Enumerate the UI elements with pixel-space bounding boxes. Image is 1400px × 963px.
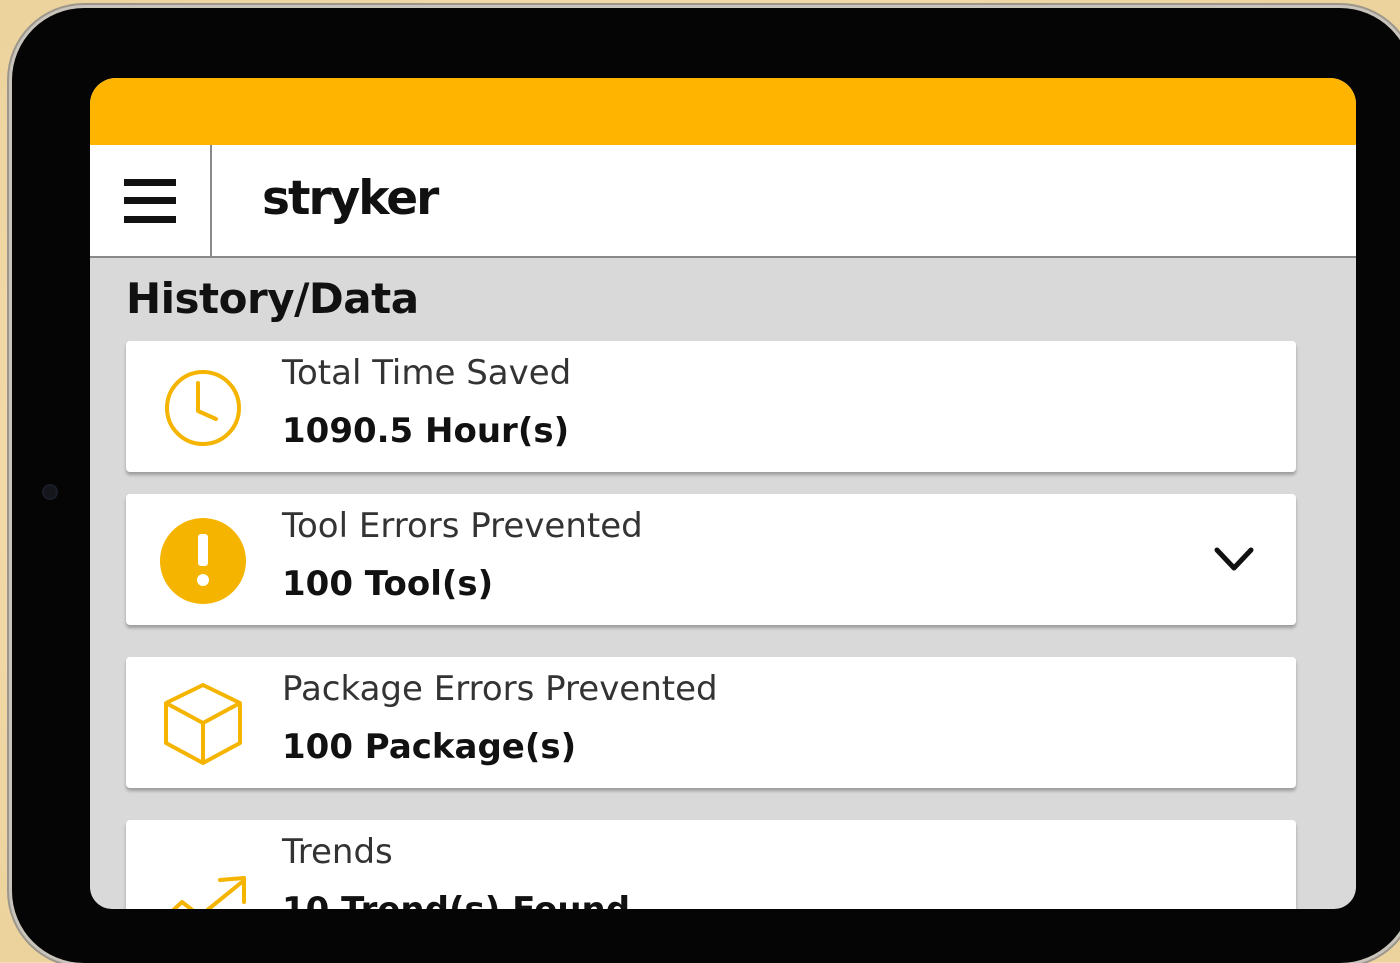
page-title: History/Data (126, 274, 419, 323)
front-camera (42, 484, 58, 500)
app-header: stryker (90, 145, 1356, 258)
card-total-time-saved[interactable]: Total Time Saved 1090.5 Hour(s) (126, 341, 1296, 472)
alert-icon (160, 518, 246, 604)
card-value: 100 Package(s) (282, 727, 577, 767)
app-screen: stryker History/Data Total Time Saved 10… (90, 78, 1356, 909)
card-trends[interactable]: Trends 10 Trend(s) Found (126, 820, 1296, 909)
card-value: 1090.5 Hour(s) (282, 411, 570, 451)
clock-icon (165, 370, 241, 446)
card-label: Total Time Saved (282, 353, 572, 393)
card-label: Package Errors Prevented (282, 669, 718, 709)
card-label: Trends (282, 832, 393, 872)
brand-logo: stryker (262, 171, 439, 226)
status-bar (90, 78, 1356, 145)
card-tool-errors-prevented[interactable]: Tool Errors Prevented 100 Tool(s) (126, 494, 1296, 625)
menu-button[interactable] (90, 145, 212, 256)
card-package-errors-prevented[interactable]: Package Errors Prevented 100 Package(s) (126, 657, 1296, 788)
card-value: 10 Trend(s) Found (282, 890, 630, 909)
chevron-down-icon[interactable] (1212, 540, 1256, 580)
tablet-frame: stryker History/Data Total Time Saved 10… (12, 8, 1400, 963)
trending-up-icon (171, 876, 246, 909)
package-box-icon (164, 683, 242, 765)
hamburger-menu-icon (124, 178, 176, 223)
card-value: 100 Tool(s) (282, 564, 494, 604)
card-label: Tool Errors Prevented (282, 506, 643, 546)
